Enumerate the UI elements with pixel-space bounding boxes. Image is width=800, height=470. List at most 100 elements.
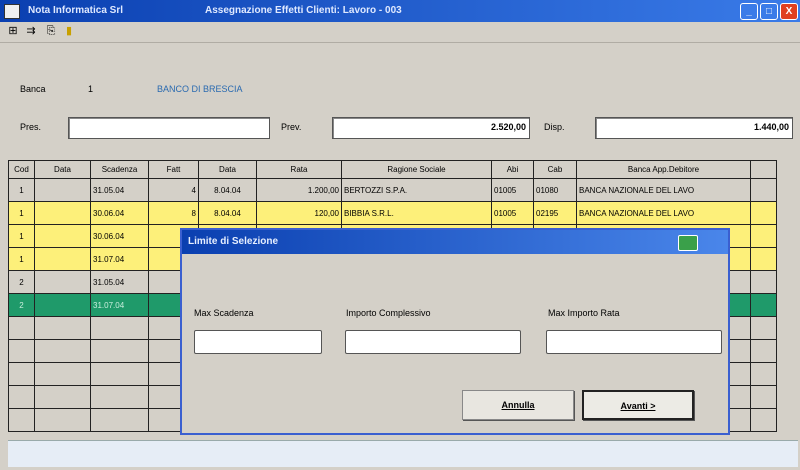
app-icon: [4, 4, 20, 19]
table-cell: [34, 247, 91, 271]
table-cell: 31.07.04: [90, 247, 149, 271]
table-cell: 1.200,00: [256, 178, 342, 202]
table-cell: [8, 408, 35, 432]
column-header[interactable]: [750, 160, 777, 179]
table-cell: 8.04.04: [198, 178, 257, 202]
table-cell: [34, 316, 91, 340]
table-cell: [34, 385, 91, 409]
table-cell: [750, 339, 777, 363]
table-cell: [90, 408, 149, 432]
table-cell: 120,00: [256, 201, 342, 225]
next-button[interactable]: Avanti >: [582, 390, 694, 420]
table-cell: [750, 408, 777, 432]
status-bar: [8, 440, 798, 467]
table-cell: [8, 385, 35, 409]
column-header[interactable]: Rata: [256, 160, 342, 179]
minimize-button[interactable]: _: [740, 3, 758, 20]
table-cell: 31.05.04: [90, 178, 149, 202]
bank-label: Banca: [20, 84, 46, 94]
toolbar: ⊞ ⇉ ⎘ ▮: [0, 22, 800, 43]
bank-name: BANCO DI BRESCIA: [157, 84, 243, 94]
table-cell: 01080: [533, 178, 577, 202]
table-cell: 4: [148, 178, 199, 202]
table-cell: [8, 362, 35, 386]
table-cell: 02195: [533, 201, 577, 225]
table-cell: [90, 316, 149, 340]
table-cell: [34, 408, 91, 432]
table-cell: 31.07.04: [90, 293, 149, 317]
table-cell: [34, 293, 91, 317]
table-cell: [750, 178, 777, 202]
table-cell: [8, 339, 35, 363]
importo-complessivo-input[interactable]: [345, 330, 521, 354]
close-button[interactable]: X: [780, 3, 798, 20]
column-header[interactable]: Fatt: [148, 160, 199, 179]
table-cell: BIBBIA S.R.L.: [341, 201, 492, 225]
column-header[interactable]: Data: [198, 160, 257, 179]
column-header[interactable]: Scadenza: [90, 160, 149, 179]
table-cell: [750, 316, 777, 340]
disp-field[interactable]: 1.440,00: [595, 117, 793, 139]
column-header[interactable]: Ragione Sociale: [341, 160, 492, 179]
pres-label: Pres.: [20, 122, 42, 132]
max-importo-rata-input[interactable]: [546, 330, 722, 354]
table-row[interactable]: 1 30.06.04 8 8.04.04 120,00 BIBBIA S.R.L. 0100…: [8, 201, 777, 225]
column-header[interactable]: Data: [34, 160, 91, 179]
max-scadenza-input[interactable]: [194, 330, 322, 354]
table-cell: BANCA NAZIONALE DEL LAVO: [576, 178, 751, 202]
copy-icon[interactable]: ⎘: [44, 25, 58, 38]
cancel-button[interactable]: Annulla: [462, 390, 574, 420]
table-cell: BERTOZZI S.P.A.: [341, 178, 492, 202]
maximize-button[interactable]: □: [760, 3, 778, 20]
table-cell: [750, 201, 777, 225]
table-cell: 30.06.04: [90, 224, 149, 248]
table-row[interactable]: 1 31.05.04 4 8.04.04 1.200,00 BERTOZZI S.P.A.…: [8, 178, 777, 202]
table-cell: 2: [8, 293, 35, 317]
table-cell: 1: [8, 201, 35, 225]
bank-code: 1: [88, 84, 94, 94]
window-title: Assegnazione Effetti Clienti: Lavoro - 0…: [205, 5, 402, 16]
column-header[interactable]: Abi: [491, 160, 534, 179]
table-cell: 01005: [491, 178, 534, 202]
tree-icon[interactable]: ⊞: [6, 25, 20, 38]
table-cell: [750, 224, 777, 248]
table-cell: 1: [8, 247, 35, 271]
window-titlebar: Nota Informatica Srl Assegnazione Effett…: [0, 0, 800, 22]
table-cell: [34, 224, 91, 248]
table-cell: 31.05.04: [90, 270, 149, 294]
table-cell: [34, 339, 91, 363]
table-cell: [750, 362, 777, 386]
table-cell: [750, 293, 777, 317]
table-cell: 1: [8, 178, 35, 202]
prev-label: Prev.: [281, 122, 302, 132]
prev-field[interactable]: 2.520,00: [332, 117, 530, 139]
column-header[interactable]: Cod: [8, 160, 35, 179]
table-cell: [34, 362, 91, 386]
table-cell: 01005: [491, 201, 534, 225]
column-header[interactable]: Cab: [533, 160, 577, 179]
table-cell: [750, 270, 777, 294]
selection-limit-dialog: Limite di Selezione Max Scadenza Importo…: [180, 228, 730, 435]
table-cell: [34, 270, 91, 294]
disp-label: Disp.: [544, 122, 565, 132]
table-cell: [90, 362, 149, 386]
print-icon[interactable]: [678, 235, 698, 251]
table-cell: [750, 385, 777, 409]
table-cell: BANCA NAZIONALE DEL LAVO: [576, 201, 751, 225]
table-cell: [34, 201, 91, 225]
table-cell: [8, 316, 35, 340]
table-cell: [90, 385, 149, 409]
table-cell: [750, 247, 777, 271]
dialog-title: Limite di Selezione: [188, 236, 279, 247]
importo-complessivo-label: Importo Complessivo: [346, 308, 431, 318]
column-header[interactable]: Banca App.Debitore: [576, 160, 751, 179]
max-scadenza-label: Max Scadenza: [194, 308, 254, 318]
table-cell: 8: [148, 201, 199, 225]
table-cell: [34, 178, 91, 202]
move-icon[interactable]: ⇉: [24, 25, 38, 38]
table-cell: 30.06.04: [90, 201, 149, 225]
table-cell: 1: [8, 224, 35, 248]
pres-field[interactable]: [68, 117, 270, 139]
table-cell: [90, 339, 149, 363]
save-icon[interactable]: ▮: [62, 25, 76, 38]
